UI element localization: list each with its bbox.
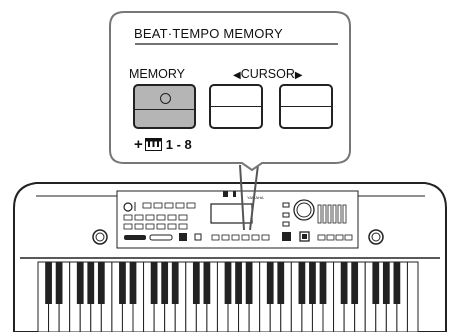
key-range: 1 - 8	[165, 137, 192, 152]
plus-sign: +	[134, 136, 143, 153]
right-triangle-icon: ▶	[294, 70, 303, 81]
memory-label: MEMORY	[129, 67, 186, 81]
memory-indicator-led	[160, 93, 171, 104]
memory-button[interactable]	[133, 84, 196, 129]
memory-combo-hint: + 1 - 8	[134, 136, 192, 153]
cursor-left-button[interactable]	[209, 84, 263, 129]
cursor-label-group: ◀CURSOR▶	[233, 67, 303, 81]
cursor-label: CURSOR	[240, 67, 295, 81]
cursor-right-button[interactable]	[279, 84, 333, 129]
keyboard-keys-icon	[144, 138, 162, 151]
left-triangle-icon: ◀	[233, 70, 241, 81]
callout-panel	[109, 11, 351, 172]
illustration: YAMAHA BEAT·TEMPO MEMORY MEMORY ◀CURSOR▶	[0, 0, 459, 332]
panel-title: BEAT·TEMPO MEMORY	[134, 26, 283, 41]
